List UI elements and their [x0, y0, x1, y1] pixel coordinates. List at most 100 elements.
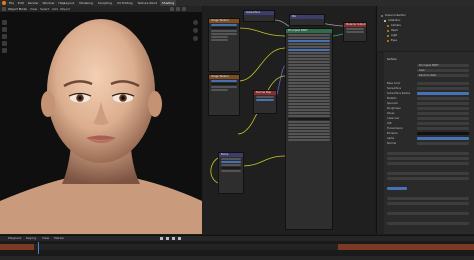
settings-row[interactable]	[387, 197, 469, 200]
viewport-header: Object Mode View Select Add Object	[0, 6, 202, 12]
camera-view-icon[interactable]	[193, 36, 198, 41]
field-label: Roughness	[387, 107, 401, 110]
bump-node[interactable]: Bump	[218, 152, 244, 194]
settings-row[interactable]	[387, 202, 469, 205]
list-item[interactable]: Scene Collection	[381, 14, 406, 17]
playhead[interactable]	[38, 242, 39, 254]
shading-solid-icon[interactable]	[170, 7, 174, 11]
menu-file[interactable]: File	[9, 1, 14, 5]
list-item[interactable]: Collection	[384, 19, 400, 22]
node-header: Normal Map	[254, 91, 276, 95]
play-reverse-icon[interactable]	[166, 237, 169, 240]
frame-range-end	[338, 244, 474, 250]
image-texture-node[interactable]: Image Texture	[208, 18, 240, 72]
transmission-field[interactable]	[417, 127, 469, 130]
outliner[interactable]: Scene Collection Collection Camera Head …	[376, 6, 474, 51]
metallic-field[interactable]	[417, 97, 469, 100]
main-menu: File Edit Render Window Help	[9, 1, 65, 5]
scale-tool-icon[interactable]	[2, 48, 7, 53]
material-output-node[interactable]: Material Output	[343, 22, 367, 42]
timeline-header: Playback Keying View Marker	[0, 236, 474, 241]
sheen-field[interactable]	[417, 112, 469, 115]
field-label: Alpha	[387, 137, 395, 140]
collection-icon	[381, 14, 383, 17]
clearcoat-field[interactable]	[417, 117, 469, 120]
zoom-icon[interactable]	[193, 20, 198, 25]
move-tool-icon[interactable]	[2, 34, 7, 39]
field-label: Principled BSDF	[419, 64, 439, 67]
normal-map-node[interactable]: Normal Map	[253, 90, 277, 114]
node-header: Subsurface	[244, 11, 274, 15]
cursor-tool-icon[interactable]	[2, 27, 7, 32]
roughness-field[interactable]	[417, 107, 469, 110]
base-color-field[interactable]	[417, 82, 469, 85]
jump-end-icon[interactable]	[178, 237, 181, 240]
subsurface-radius-field[interactable]	[417, 92, 469, 95]
normal-field[interactable]	[417, 142, 469, 145]
list-item[interactable]: Camera	[387, 24, 401, 27]
settings-row[interactable]	[387, 152, 469, 155]
add-menu[interactable]: Add	[52, 7, 58, 11]
mode-dropdown[interactable]: Object Mode	[8, 7, 27, 11]
select-tool-icon[interactable]	[2, 20, 7, 25]
principled-bsdf-node[interactable]: Principled BSDF	[285, 28, 333, 230]
field-label: Random Walk	[419, 74, 437, 77]
settings-row[interactable]	[387, 172, 469, 175]
toolbar	[2, 20, 7, 53]
image-texture-node-2[interactable]: Image Texture	[208, 74, 240, 116]
list-item[interactable]: Head	[387, 29, 398, 32]
node-header: Principled BSDF	[286, 29, 332, 33]
light-icon	[387, 34, 389, 37]
section-title: Surface	[387, 58, 397, 61]
view-menu[interactable]: View	[30, 7, 37, 11]
settings-row[interactable]	[387, 157, 469, 160]
marker-menu[interactable]: Marker	[54, 237, 64, 240]
shading-rendered-icon[interactable]	[182, 7, 186, 11]
editor-type-icon[interactable]	[2, 7, 6, 11]
jump-start-icon[interactable]	[160, 237, 163, 240]
select-menu[interactable]: Select	[40, 7, 49, 11]
emission-field[interactable]	[417, 132, 469, 135]
menu-render[interactable]: Render	[28, 1, 39, 5]
subsurface-field[interactable]	[417, 87, 469, 90]
shading-material-icon[interactable]	[176, 7, 180, 11]
field-label: Sheen	[387, 112, 395, 115]
rotate-tool-icon[interactable]	[2, 41, 7, 46]
field-label: Transmission	[387, 127, 404, 130]
properties-tabs	[377, 52, 384, 234]
node-header: Material Output	[344, 23, 366, 27]
field-label: Specular	[387, 102, 398, 105]
checkbox-row[interactable]	[387, 187, 407, 190]
settings-row[interactable]	[387, 177, 469, 180]
menu-edit[interactable]: Edit	[18, 1, 24, 5]
list-item[interactable]: Eyes	[387, 39, 397, 42]
properties-panel[interactable]: Surface Principled BSDF GGX Random Walk …	[376, 52, 474, 234]
settings-row[interactable]	[387, 222, 469, 225]
menu-window[interactable]: Window	[43, 1, 55, 5]
shader-node-editor[interactable]: Image Texture Image Texture Normal Map P…	[203, 6, 375, 234]
specular-field[interactable]	[417, 102, 469, 105]
playback-menu[interactable]: Playback	[8, 237, 21, 240]
field-label: IOR	[387, 122, 392, 125]
ior-field[interactable]	[417, 122, 469, 125]
object-menu[interactable]: Object	[60, 7, 70, 11]
field-label: GGX	[419, 69, 425, 72]
node-header: Mix	[290, 15, 324, 19]
field-label: Metallic	[387, 97, 397, 100]
settings-row[interactable]	[387, 162, 469, 165]
keying-menu[interactable]: Keying	[26, 237, 36, 240]
mix-node[interactable]: Mix	[289, 14, 325, 26]
list-item[interactable]: Light	[387, 34, 397, 37]
subsurface-node[interactable]: Subsurface	[243, 10, 275, 22]
field-label: Clearcoat	[387, 117, 399, 120]
blender-logo-icon[interactable]	[2, 1, 6, 5]
3d-viewport[interactable]	[0, 6, 202, 234]
field-label: Subsurface Radius	[387, 92, 411, 95]
view-menu[interactable]: View	[42, 237, 49, 240]
play-icon[interactable]	[172, 237, 175, 240]
alpha-field[interactable]	[417, 137, 469, 140]
timeline[interactable]: Playback Keying View Marker	[0, 235, 474, 260]
field-label: Emission	[387, 132, 399, 135]
pan-icon[interactable]	[193, 28, 198, 33]
settings-row[interactable]	[387, 212, 469, 215]
